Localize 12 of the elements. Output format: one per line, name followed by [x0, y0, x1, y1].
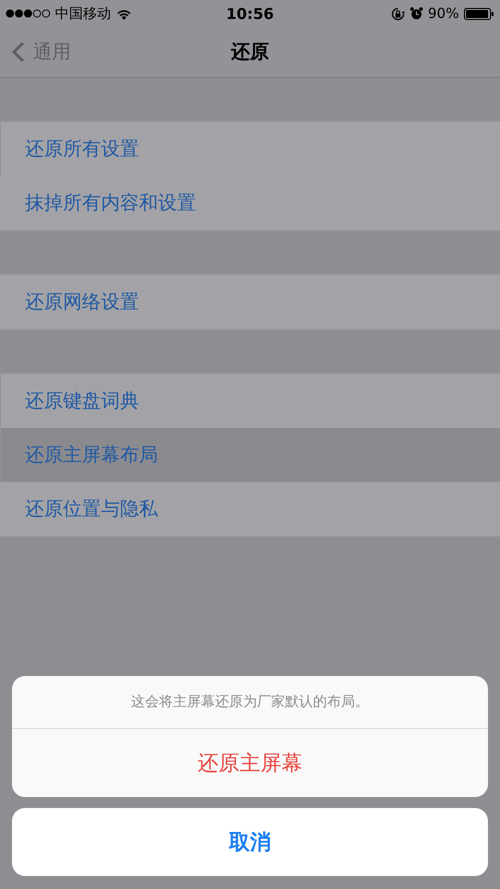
battery-percent: 90% — [428, 6, 459, 22]
clock-time: 10:56 — [226, 4, 274, 22]
cancel-button[interactable]: 取消 — [12, 808, 488, 876]
carrier-name: 中国移动 — [55, 4, 111, 22]
signal-icon — [6, 9, 50, 18]
battery-icon — [464, 8, 494, 20]
wifi-icon — [116, 8, 132, 20]
settings-row[interactable]: 还原主屏幕布局 — [0, 428, 500, 482]
chevron-left-icon — [12, 41, 25, 63]
rotation-lock-icon — [390, 6, 405, 20]
page-title: 还原 — [231, 40, 269, 65]
alarm-clock-icon — [410, 7, 423, 20]
